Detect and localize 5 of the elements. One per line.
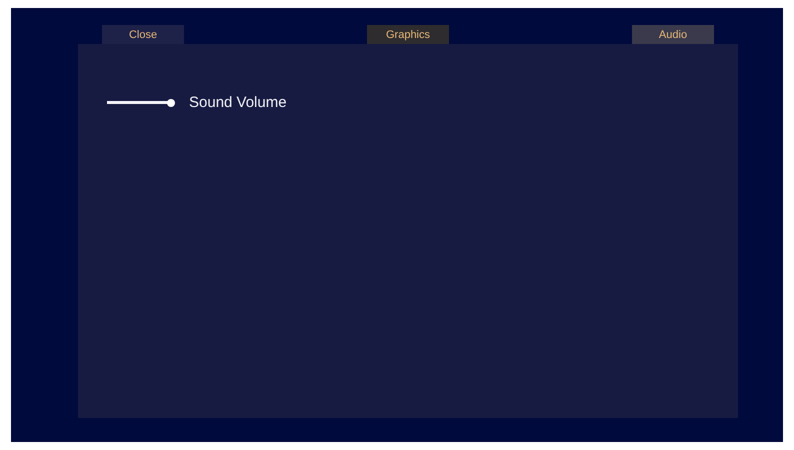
slider-thumb[interactable] [167,98,175,106]
setting-label: Sound Volume [189,94,287,111]
tab-button[interactable]: Audio [632,25,714,44]
tab-button[interactable]: Close [102,25,184,44]
tab-button[interactable]: Graphics [367,25,449,44]
